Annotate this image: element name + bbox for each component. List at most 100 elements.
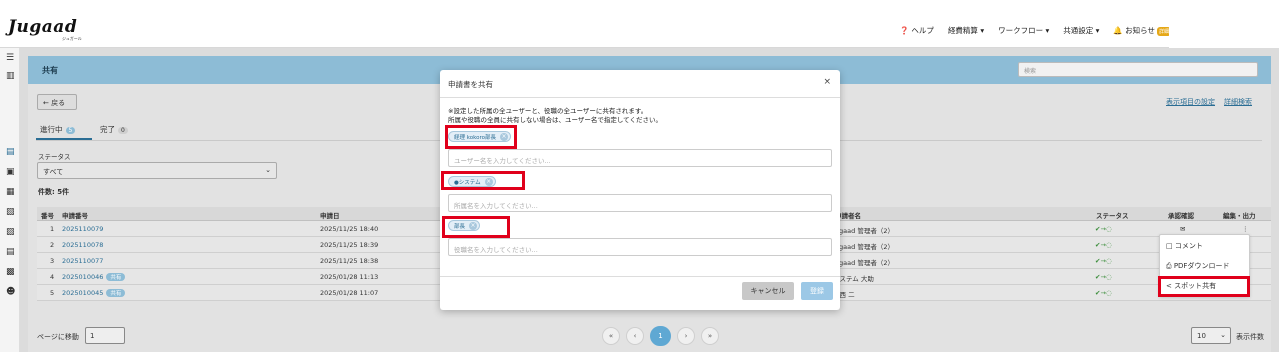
row-app-no[interactable]: 2025110078 (62, 241, 103, 249)
row-app-no[interactable]: 2025110077 (62, 257, 103, 265)
app-logo[interactable]: Jugaad (8, 17, 77, 37)
nav-workflow[interactable]: ワークフロー ▾ (998, 25, 1049, 36)
prev-page-button[interactable]: ‹ (626, 327, 644, 345)
row-app-no-text: 2025010046 (62, 273, 104, 281)
cancel-button[interactable]: キャンセル (742, 282, 794, 300)
nav-expense[interactable]: 経費精算 ▾ (948, 25, 984, 36)
per-page-value: 10 (1197, 332, 1206, 340)
tab-completed-count: 0 (118, 127, 128, 134)
row-app-no[interactable]: 2025010046 共有 (62, 273, 126, 281)
tab-in-progress-label: 進行中 (40, 125, 63, 134)
browser-strip (0, 0, 1279, 8)
row-date: 2025/01/28 11:13 (320, 273, 379, 281)
highlight-box (445, 125, 517, 149)
row-app-no-text: 2025010045 (62, 289, 104, 297)
goto-page-input[interactable]: 1 (85, 327, 125, 344)
first-page-button[interactable]: « (602, 327, 620, 345)
menu-pdf-download[interactable]: ⎙ PDFダウンロード (1166, 261, 1229, 271)
nav-common-settings[interactable]: 共通設定 ▾ (1063, 25, 1099, 36)
status-flow-icon: ✔→◌ (1095, 241, 1112, 249)
tab-completed-label: 完了 (100, 125, 115, 134)
role-name-input[interactable]: 役職名を入力してください... (448, 238, 832, 256)
col-edit: 編集・出力 (1223, 212, 1256, 220)
col-app-no[interactable]: 申請番号 (62, 210, 88, 220)
tab-in-progress-count: 5 (65, 127, 76, 134)
inbox-icon[interactable]: ▣ (6, 168, 15, 177)
row-date: 2025/11/25 18:40 (320, 225, 379, 233)
app-logo-sub: ジュガール (62, 36, 82, 41)
book-icon[interactable]: ▧ (6, 208, 15, 217)
row-menu-icon[interactable]: ⋮ (1242, 225, 1249, 233)
highlight-box (442, 216, 510, 238)
status-filter-label: ステータス (38, 153, 71, 161)
per-page-select[interactable]: 10 ⌄ (1191, 327, 1231, 344)
share-modal: 申請書を共有 × ※設定した所属の全ユーザーと、役職の全ユーザーに共有されます。… (440, 70, 840, 310)
approval-icon[interactable]: ✉ (1180, 225, 1185, 233)
top-nav: ❓ ヘルプ 経費精算 ▾ ワークフロー ▾ 共通設定 ▾ 🔔 お知らせ 詳細 (900, 25, 1171, 36)
modal-note-2: 所属や役職の全員に共有しない場合は、ユーザー名で指定してください。 (448, 116, 662, 124)
row-app-no[interactable]: 2025010045 共有 (62, 289, 126, 297)
row-applicant: Jugaad 管理者（2） (833, 259, 894, 267)
row-app-no[interactable]: 2025110079 (62, 225, 103, 233)
back-button[interactable]: ← 戻る (37, 94, 77, 110)
row-date: 2025/11/25 18:39 (320, 241, 379, 249)
nav-notice[interactable]: 🔔 お知らせ 詳細 (1113, 25, 1171, 36)
tab-completed[interactable]: 完了 0 (100, 124, 128, 135)
shared-badge: 共有 (106, 273, 126, 281)
row-no: 2 (50, 241, 55, 249)
page-button-current[interactable]: 1 (650, 326, 671, 346)
advanced-search-link[interactable]: 詳細検索 (1224, 97, 1252, 107)
tab-in-progress[interactable]: 進行中 5 (40, 124, 76, 135)
status-flow-icon: ✔→◌ (1095, 225, 1112, 233)
modal-title: 申請書を共有 (448, 80, 493, 89)
user-name-input[interactable]: ユーザー名を入力してください... (448, 149, 832, 167)
dept-name-input[interactable]: 所属名を入力してください... (448, 194, 832, 212)
status-flow-icon: ✔→◌ (1095, 273, 1112, 281)
row-no: 1 (50, 225, 55, 233)
row-applicant: Jugaad 管理者（2） (833, 243, 894, 251)
display-settings-link[interactable]: 表示項目の設定 (1166, 97, 1215, 107)
col-date[interactable]: 申請日 (320, 210, 340, 220)
result-count: 件数: 5件 (38, 188, 70, 196)
document-icon[interactable]: ▨ (6, 228, 15, 237)
menu-comment[interactable]: □ コメント (1166, 241, 1203, 251)
col-approval: 承認確認 (1168, 212, 1194, 220)
menu-toggle-icon[interactable]: ☰ (6, 54, 15, 63)
last-page-button[interactable]: » (701, 327, 719, 345)
folder-icon[interactable]: ▤ (6, 148, 15, 157)
row-no: 5 (50, 289, 55, 297)
status-flow-icon: ✔→◌ (1095, 257, 1112, 265)
highlight-box (441, 171, 525, 190)
grid-icon[interactable]: ▦ (6, 188, 15, 197)
modal-divider (440, 97, 840, 98)
ledger-icon[interactable]: ▩ (6, 268, 15, 277)
col-no[interactable]: 番号 (41, 210, 54, 220)
nav-notice-label: 🔔 お知らせ (1113, 26, 1155, 35)
next-page-button[interactable]: › (677, 327, 695, 345)
close-icon[interactable]: × (823, 77, 831, 87)
page-title: 共有 (42, 66, 58, 75)
status-filter-value: すべて (43, 168, 64, 176)
search-input[interactable]: 検索 (1018, 62, 1258, 77)
app-header: Jugaad ジュガール ❓ ヘルプ 経費精算 ▾ ワークフロー ▾ 共通設定 … (0, 8, 1279, 48)
chevron-down-icon: ⌄ (1220, 331, 1226, 339)
row-date: 2025/01/28 11:07 (320, 289, 379, 297)
list-icon[interactable]: ▤ (6, 248, 15, 257)
nav-help[interactable]: ❓ ヘルプ (900, 25, 934, 36)
left-rail: ☰ ▥ ▤ ▣ ▦ ▧ ▨ ▤ ▩ ☻ (0, 48, 20, 352)
per-page-label: 表示件数 (1236, 333, 1264, 341)
status-filter-select[interactable]: すべて ⌄ (37, 162, 277, 179)
submit-button[interactable]: 登録 (801, 282, 833, 300)
modal-footer-divider (440, 276, 840, 277)
building-icon[interactable]: ▥ (6, 72, 15, 81)
row-date: 2025/11/25 18:38 (320, 257, 379, 265)
goto-page-label: ページに移動 (37, 333, 79, 341)
status-flow-icon: ✔→◌ (1095, 289, 1112, 297)
support-icon[interactable]: ☻ (6, 288, 15, 297)
col-status[interactable]: ステータス (1096, 210, 1129, 220)
chevron-down-icon: ⌄ (265, 166, 271, 174)
row-no: 4 (50, 273, 55, 281)
row-no: 3 (50, 257, 55, 265)
highlight-box (1158, 276, 1250, 297)
shared-badge: 共有 (106, 289, 126, 297)
